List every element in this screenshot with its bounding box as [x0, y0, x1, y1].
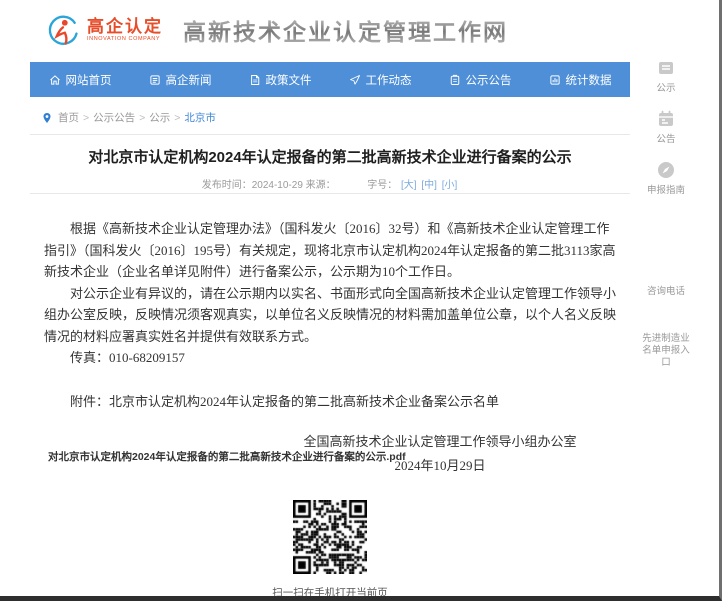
tool-guide[interactable]: 申报指南 [647, 160, 685, 197]
nav-item-label: 统计数据 [566, 72, 612, 88]
pdf-attachment-link[interactable]: 对北京市认定机构2024年认定报备的第二批高新技术企业进行备案的公示.pdf [48, 449, 406, 464]
logo-icon [45, 12, 81, 48]
breadcrumb-home[interactable]: 首页 [58, 110, 79, 125]
news-icon [149, 74, 161, 86]
notice-icon [656, 109, 676, 129]
breadcrumb-separator: > [174, 112, 180, 124]
tool-label: 公示 [656, 83, 675, 95]
tool-notice[interactable]: 公告 [656, 109, 676, 146]
qr-code [293, 500, 367, 574]
fax-line: 传真：010-68209157 [44, 347, 616, 369]
nav-item-label: 网站首页 [66, 72, 112, 88]
article-body-wrap: 根据《高新技术企业认定管理办法》（国科发火〔2016〕32号）和《高新技术企业认… [30, 196, 630, 478]
announcement-icon [449, 74, 461, 86]
source-label: 来源： [306, 180, 336, 191]
tool-consult-phone[interactable]: 咨询电话 [647, 281, 685, 298]
fontsize-medium-button[interactable]: [中] [421, 180, 437, 191]
page: 高企认定 INNOVATION COMPANY 高新技术企业认定管理工作网 网站… [0, 0, 722, 601]
logo-cn-text: 高企认定 [87, 18, 163, 35]
nav-item-policy[interactable]: 政策文件 [230, 62, 330, 97]
nav-item-home[interactable]: 网站首页 [30, 62, 130, 97]
divider [30, 134, 630, 135]
tool-label: 公告 [656, 134, 675, 146]
nav-item-statistics[interactable]: 统计数据 [530, 62, 630, 97]
breadcrumb-announcements[interactable]: 公示公告 [93, 110, 135, 125]
side-toolbar: 公示 公告 申报指南 咨询电话 先进制造业名单申报入口 [640, 58, 692, 383]
breadcrumb-beijing[interactable]: 北京市 [184, 110, 216, 125]
nav-item-label: 公示公告 [466, 72, 512, 88]
article-body: 根据《高新技术企业认定管理办法》（国科发火〔2016〕32号）和《高新技术企业认… [30, 218, 630, 478]
send-icon [349, 74, 361, 86]
guide-compass-icon [656, 160, 676, 180]
paragraph: 对公示企业有异议的，请在公示期内以实名、书面形式向全国高新技术企业认定管理工作领… [44, 283, 616, 348]
chart-icon [549, 74, 561, 86]
qr-caption: 扫一扫在手机打开当前页 [30, 585, 630, 600]
nav-item-label: 工作动态 [366, 72, 412, 88]
qr-section: 扫一扫在手机打开当前页 [30, 500, 630, 600]
announcement-icon [656, 58, 676, 78]
tool-advanced-manufacturing-entry[interactable]: 先进制造业名单申报入口 [640, 328, 692, 369]
article-meta: 发布时间：2024-10-29 来源： 字号： [大] [中] [小] [30, 176, 630, 191]
nav-item-news[interactable]: 高企新闻 [130, 62, 230, 97]
publish-time-label: 发布时间： [202, 180, 252, 191]
tool-publicity[interactable]: 公示 [656, 58, 676, 95]
tool-label: 申报指南 [647, 185, 685, 197]
article-title: 对北京市认定机构2024年认定报备的第二批高新技术企业进行备案的公示 [30, 146, 630, 167]
nav-item-label: 政策文件 [266, 72, 312, 88]
site-header: 高企认定 INNOVATION COMPANY 高新技术企业认定管理工作网 [45, 12, 508, 48]
article: 对北京市认定机构2024年认定报备的第二批高新技术企业进行备案的公示 发布时间：… [30, 138, 630, 191]
main-nav: 网站首页 高企新闻 政策文件 工作动态 公示公告 统计数据 [30, 62, 630, 97]
fontsize-large-button[interactable]: [大] [401, 180, 417, 191]
home-icon [49, 74, 61, 86]
breadcrumb-separator: > [83, 112, 89, 124]
nav-item-label: 高企新闻 [166, 72, 212, 88]
location-pin-icon [42, 112, 52, 124]
tool-label: 咨询电话 [647, 286, 685, 298]
divider [30, 193, 630, 194]
breadcrumb: 首页 > 公示公告 > 公示 > 北京市 [42, 110, 216, 125]
fontsize-small-button[interactable]: [小] [442, 180, 458, 191]
site-logo[interactable]: 高企认定 INNOVATION COMPANY [45, 12, 163, 48]
fontsize-label: 字号： [367, 180, 397, 191]
document-icon [249, 74, 261, 86]
nav-item-announcements[interactable]: 公示公告 [430, 62, 530, 97]
tool-label: 先进制造业名单申报入口 [640, 333, 692, 369]
publish-date: 2024-10-29 [252, 180, 303, 191]
logo-text: 高企认定 INNOVATION COMPANY [87, 18, 163, 43]
site-title: 高新技术企业认定管理工作网 [183, 13, 508, 47]
breadcrumb-publicity[interactable]: 公示 [149, 110, 170, 125]
attachment-line: 附件：北京市认定机构2024年认定报备的第二批高新技术企业备案公示名单 [44, 391, 616, 413]
paragraph: 根据《高新技术企业认定管理办法》（国科发火〔2016〕32号）和《高新技术企业认… [44, 218, 616, 283]
logo-en-text: INNOVATION COMPANY [87, 37, 163, 43]
nav-item-updates[interactable]: 工作动态 [330, 62, 430, 97]
breadcrumb-separator: > [139, 112, 145, 124]
